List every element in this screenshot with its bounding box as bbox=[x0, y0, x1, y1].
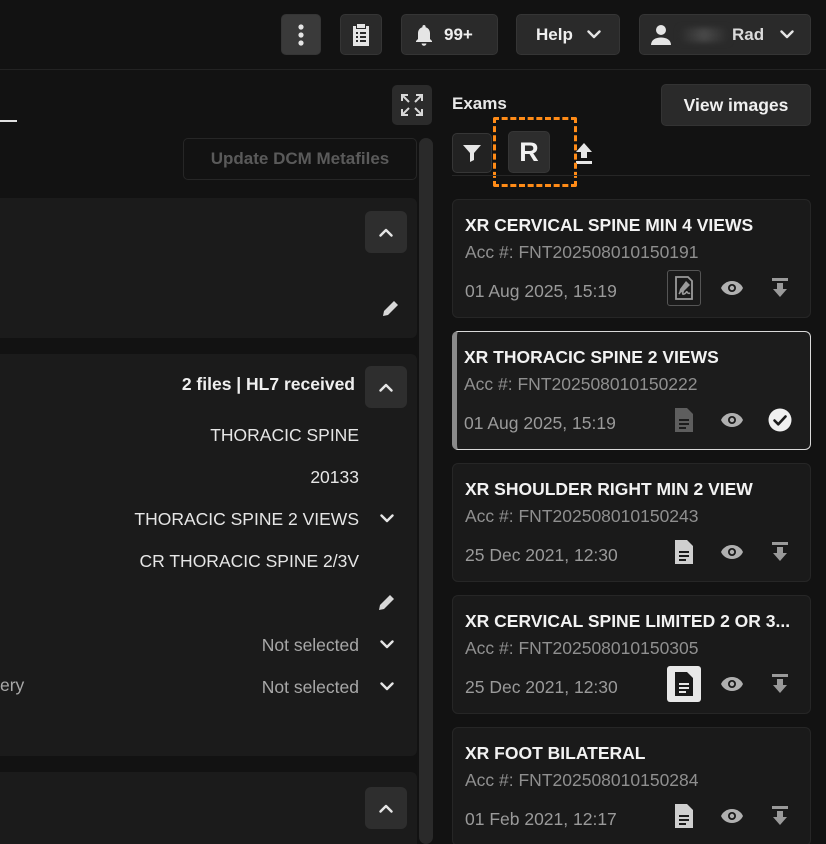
document-icon[interactable] bbox=[667, 402, 701, 438]
files-status-text: 2 files | HL7 received bbox=[181, 374, 355, 394]
exam-accession: Acc #: FNT202508010150305 bbox=[465, 638, 699, 658]
bell-icon bbox=[416, 24, 432, 46]
expand-icon bbox=[401, 94, 423, 116]
update-dcm-metafiles-button[interactable]: Update DCM Metafiles bbox=[183, 138, 417, 180]
exam-date: 01 Aug 2025, 15:19 bbox=[464, 413, 616, 433]
exam-title: XR FOOT BILATERAL bbox=[465, 743, 646, 763]
chevron-up-icon bbox=[379, 383, 393, 392]
chevron-up-icon bbox=[379, 804, 393, 813]
exam-item[interactable]: XR CERVICAL SPINE LIMITED 2 OR 3... Acc … bbox=[452, 595, 811, 714]
exam-item-selected[interactable]: XR THORACIC SPINE 2 VIEWS Acc #: FNT2025… bbox=[452, 331, 811, 450]
exam-title: XR SHOULDER RIGHT MIN 2 VIEW bbox=[465, 479, 753, 499]
view-eye-icon[interactable] bbox=[715, 666, 749, 702]
download-icon[interactable] bbox=[763, 798, 797, 834]
chevron-down-icon[interactable] bbox=[380, 640, 394, 649]
document-icon[interactable] bbox=[667, 534, 701, 570]
protocol-value: CR THORACIC SPINE 2/3V bbox=[139, 551, 359, 571]
notifications-button[interactable]: 99+ bbox=[401, 14, 498, 55]
view-images-button[interactable]: View images bbox=[661, 84, 811, 126]
chevron-down-icon[interactable] bbox=[380, 682, 394, 691]
select-value-1[interactable]: Not selected bbox=[262, 635, 359, 656]
user-menu-button[interactable]: Rad bbox=[639, 14, 811, 55]
blurred-username bbox=[680, 27, 728, 42]
highlight-annotation bbox=[493, 117, 577, 187]
help-label: Help bbox=[536, 24, 573, 44]
user-name: Rad bbox=[732, 24, 765, 44]
view-eye-icon[interactable] bbox=[715, 534, 749, 570]
exam-accession: Acc #: FNT202508010150222 bbox=[464, 374, 698, 394]
download-icon[interactable] bbox=[763, 534, 797, 570]
exam-date: 25 Dec 2021, 12:30 bbox=[465, 545, 618, 565]
left-scrollbar[interactable] bbox=[419, 138, 433, 844]
exam-title: XR CERVICAL SPINE LIMITED 2 OR 3... bbox=[465, 611, 791, 631]
view-eye-icon[interactable] bbox=[715, 402, 749, 438]
code-value: 20133 bbox=[310, 467, 359, 487]
chevron-up-icon bbox=[379, 228, 393, 237]
clipboard-icon bbox=[353, 23, 369, 46]
edit-pencil-icon[interactable] bbox=[377, 592, 397, 612]
edit-pencil-icon[interactable] bbox=[381, 298, 401, 318]
filter-button[interactable] bbox=[452, 133, 492, 173]
view-eye-icon[interactable] bbox=[715, 270, 749, 306]
exam-item[interactable]: XR CERVICAL SPINE MIN 4 VIEWS Acc #: FNT… bbox=[452, 199, 811, 318]
collapse-button[interactable] bbox=[365, 787, 407, 829]
exam-item[interactable]: XR FOOT BILATERAL Acc #: FNT202508010150… bbox=[452, 727, 811, 844]
fullscreen-button[interactable] bbox=[392, 85, 432, 125]
procedure-select[interactable]: THORACIC SPINE 2 VIEWS bbox=[134, 509, 359, 530]
chevron-down-icon[interactable] bbox=[380, 514, 394, 523]
document-icon[interactable] bbox=[667, 666, 701, 702]
collapse-button[interactable] bbox=[365, 366, 407, 408]
exam-accession: Acc #: FNT202508010150284 bbox=[465, 770, 699, 790]
collapse-button[interactable] bbox=[365, 211, 407, 253]
download-icon[interactable] bbox=[763, 270, 797, 306]
exam-accession: Acc #: FNT202508010150243 bbox=[465, 506, 699, 526]
help-menu-button[interactable]: Help bbox=[516, 14, 620, 55]
user-icon bbox=[651, 24, 671, 45]
chevron-down-icon bbox=[587, 30, 601, 39]
notification-count: 99+ bbox=[444, 24, 473, 44]
chevron-down-icon bbox=[780, 30, 794, 39]
kebab-menu-icon bbox=[298, 23, 304, 46]
download-icon[interactable] bbox=[763, 666, 797, 702]
exam-date: 25 Dec 2021, 12:30 bbox=[465, 677, 618, 697]
exam-date: 01 Feb 2021, 12:17 bbox=[465, 809, 617, 829]
more-options-button[interactable] bbox=[281, 14, 321, 55]
filter-icon bbox=[463, 145, 481, 162]
top-bar: 99+ Help Rad bbox=[0, 0, 826, 70]
info-card-1 bbox=[0, 198, 417, 338]
worklist-button[interactable] bbox=[340, 14, 382, 55]
exam-item[interactable]: XR SHOULDER RIGHT MIN 2 VIEW Acc #: FNT2… bbox=[452, 463, 811, 582]
info-card-3 bbox=[0, 772, 417, 844]
active-tab-indicator bbox=[0, 120, 17, 122]
exams-title: Exams bbox=[452, 94, 507, 113]
check-circle-icon[interactable] bbox=[763, 402, 797, 438]
info-card-2: 2 files | HL7 received THORACIC SPINE 20… bbox=[0, 354, 417, 756]
body-part-value: THORACIC SPINE bbox=[210, 425, 359, 445]
exam-accession: Acc #: FNT202508010150191 bbox=[465, 242, 699, 262]
document-icon[interactable] bbox=[667, 798, 701, 834]
select-value-2[interactable]: Not selected bbox=[262, 677, 359, 698]
exam-date: 01 Aug 2025, 15:19 bbox=[465, 281, 617, 301]
view-eye-icon[interactable] bbox=[715, 798, 749, 834]
exam-title: XR THORACIC SPINE 2 VIEWS bbox=[464, 347, 719, 367]
exam-title: XR CERVICAL SPINE MIN 4 VIEWS bbox=[465, 215, 754, 235]
report-signed-icon[interactable] bbox=[667, 270, 701, 306]
select-label-2: ery bbox=[0, 675, 25, 695]
divider bbox=[452, 175, 810, 176]
